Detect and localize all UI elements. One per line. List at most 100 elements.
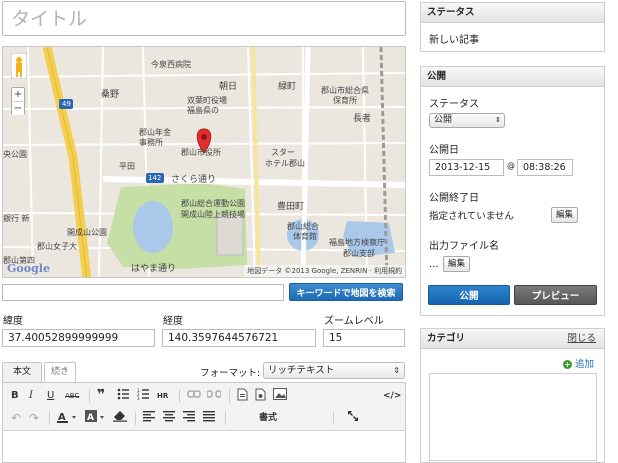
format-label: フォーマット: (200, 368, 261, 379)
plus-circle-icon: + (562, 360, 572, 369)
horizontal-rule-icon[interactable]: HR (157, 388, 168, 404)
map-label: 朝日 (219, 82, 238, 92)
zoom-level-label: ズームレベル (324, 316, 384, 327)
updown-caret-icon: ⇕ (495, 116, 501, 124)
edit-end-date-button[interactable]: 編集 (551, 207, 579, 223)
map-label: 郡山総合 (287, 222, 319, 231)
map-label: 開成山陸上競技場 (181, 210, 245, 219)
map-label: 郡山市総合県 (321, 86, 369, 95)
format-select[interactable]: リッチテキスト ⇕ (263, 362, 405, 379)
publish-date-label: 公開日 (429, 145, 459, 156)
map-label: 今泉西病院 (151, 60, 191, 69)
map-label: 福島地方検察庁 (329, 238, 385, 247)
publish-status-label: ステータス (429, 99, 479, 110)
text-color-icon[interactable]: A (57, 410, 79, 426)
map-attribution[interactable]: 地図データ ©2013 Google, ZENRIN · 利用規約 (244, 265, 405, 277)
google-logo: Google (7, 262, 50, 275)
publish-date-field[interactable] (429, 159, 504, 176)
publish-status-select[interactable]: 公開 ⇕ (429, 113, 505, 128)
fullscreen-icon[interactable] (347, 410, 359, 426)
undo-icon[interactable]: ↶ (11, 410, 21, 426)
map-label: さくら通り (171, 175, 217, 185)
format-select-value: リッチテキスト (268, 365, 335, 376)
route-142-label: 142 (148, 174, 162, 182)
zoom-level-field[interactable] (323, 329, 405, 347)
map-zoom-control: + − (11, 87, 25, 115)
background-color-icon[interactable]: A (85, 410, 107, 426)
edit-filename-button[interactable]: 編集 (443, 256, 471, 272)
map-label: 豊田町 (277, 202, 305, 212)
map-label: 郡山市役所 (181, 148, 221, 157)
map-label: 双葉町役場 (187, 96, 227, 105)
publish-time-field[interactable] (517, 159, 573, 176)
underline-icon[interactable]: U (47, 388, 54, 404)
publish-status-value: 公開 (434, 115, 453, 125)
redo-icon[interactable]: ↷ (29, 410, 39, 426)
numbered-list-icon[interactable]: 123 (137, 388, 149, 404)
map-label: 央公園 (3, 150, 27, 159)
unlink-icon[interactable] (206, 388, 222, 404)
svg-text:A: A (87, 413, 94, 423)
map-label: 郡山女子大 (37, 242, 77, 251)
tab-main-text[interactable]: 本文 (2, 362, 42, 382)
title-input[interactable] (2, 1, 406, 36)
map-label: スター (271, 148, 295, 157)
output-filename-value: ... (429, 259, 439, 270)
preview-button[interactable]: プレビュー (514, 285, 597, 305)
longitude-field[interactable] (162, 329, 316, 347)
map-label: 長者 (353, 114, 372, 124)
add-category-label: 追加 (574, 359, 594, 370)
map-label: ホテル郡山 (265, 159, 305, 168)
tab-continued[interactable]: 続き (44, 362, 76, 382)
category-panel: カテゴリ 閉じる + 追加 (420, 328, 605, 463)
publish-end-value: 指定されていません (429, 211, 514, 222)
latitude-label: 緯度 (3, 316, 23, 327)
editor-toolbar: B I U ABC ❞ 123 HR </> ↶ ↷ A A 書式 (3, 383, 405, 431)
insert-image-icon[interactable] (273, 388, 287, 404)
insert-file-icon[interactable] (237, 388, 248, 404)
align-center-icon[interactable] (163, 410, 175, 426)
publish-panel: 公開 ステータス 公開 ⇕ 公開日 @ 公開終了日 指定されていません 編集 出… (420, 66, 605, 316)
map-label: 銀行 新 (3, 214, 30, 223)
bold-icon[interactable]: B (11, 388, 19, 404)
pegman-icon[interactable] (11, 53, 27, 79)
bulleted-list-icon[interactable] (117, 388, 129, 404)
insert-document-icon[interactable] (255, 388, 266, 404)
map-zoom-out-button[interactable]: − (12, 102, 24, 115)
map-label: 事務所 (139, 138, 163, 147)
map-label: 郡山総合運動公園 (181, 199, 245, 208)
rich-text-editor[interactable]: B I U ABC ❞ 123 HR </> ↶ ↷ A A 書式 (2, 382, 406, 463)
updown-caret-icon: ⇕ (393, 366, 400, 375)
status-panel-heading: ステータス (421, 3, 604, 23)
italic-icon[interactable]: I (29, 388, 33, 404)
status-value: 新しい記事 (429, 35, 479, 46)
category-list-box[interactable] (429, 373, 597, 461)
map-zoom-in-button[interactable]: + (12, 88, 24, 101)
longitude-label: 経度 (163, 316, 183, 327)
category-panel-heading: カテゴリ 閉じる (421, 329, 604, 349)
keyword-map-search-button[interactable]: キーワードで地図を検索 (289, 283, 403, 301)
add-category-link[interactable]: + 追加 (562, 356, 594, 370)
align-left-icon[interactable] (143, 410, 155, 426)
map-label: 緑町 (278, 82, 297, 92)
keyword-input[interactable] (2, 284, 284, 301)
blockquote-icon[interactable]: ❞ (97, 387, 105, 403)
map-label: 平田 (119, 162, 135, 171)
map-label: 保育所 (333, 96, 357, 105)
category-heading-text: カテゴリ (427, 333, 466, 344)
category-close-link[interactable]: 閉じる (567, 329, 596, 349)
style-format-dropdown[interactable]: 書式 (259, 410, 277, 426)
publish-button[interactable]: 公開 (428, 285, 510, 305)
strikethrough-icon[interactable]: ABC (65, 388, 79, 404)
latitude-field[interactable] (2, 329, 155, 347)
map-label: 開成山公園 (67, 228, 107, 237)
map-view[interactable]: + − 今泉西病院 桑野 朝日 緑町 双葉町役場 福島県の 郡山市総合県 保育所… (2, 46, 406, 278)
svg-text:3: 3 (137, 396, 140, 400)
align-justify-icon[interactable] (203, 410, 215, 426)
align-right-icon[interactable] (183, 410, 195, 426)
source-code-icon[interactable]: </> (383, 388, 401, 404)
link-icon[interactable] (187, 388, 201, 404)
map-label: 福島県の (187, 106, 219, 115)
eraser-icon[interactable] (113, 410, 127, 426)
status-panel: ステータス 新しい記事 (420, 2, 605, 52)
